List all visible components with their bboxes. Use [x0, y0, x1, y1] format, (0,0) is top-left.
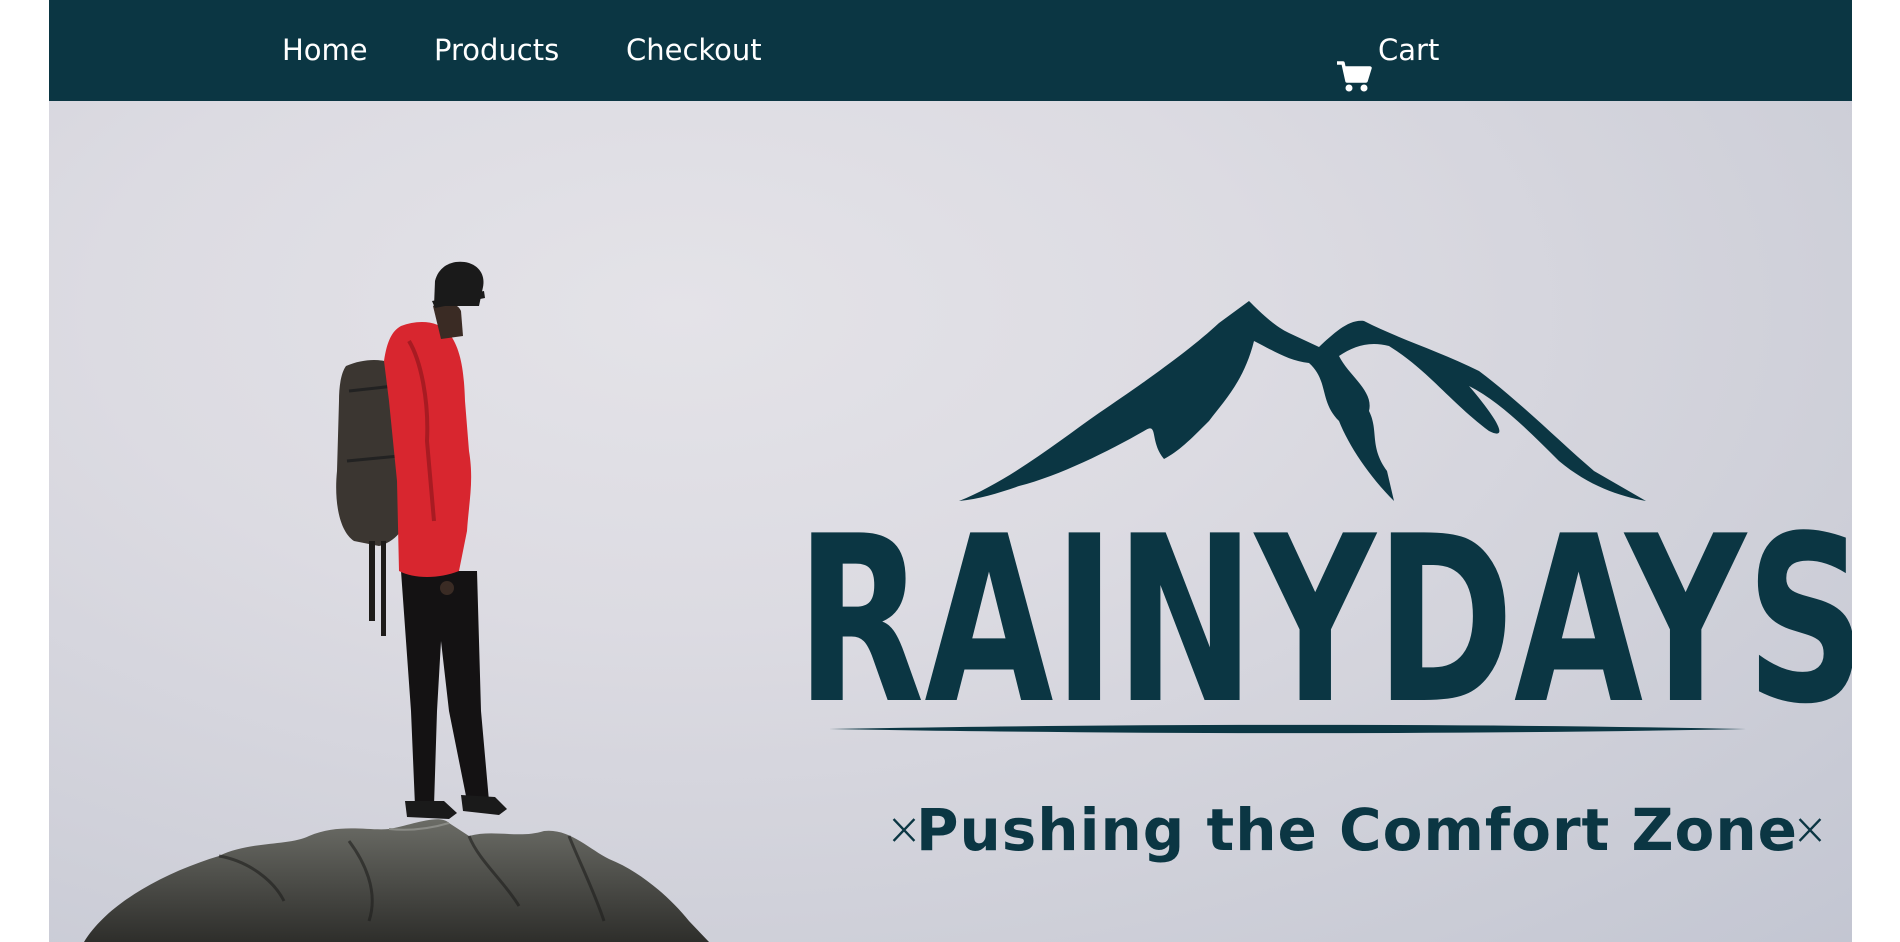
x-mark-right-icon — [1798, 818, 1822, 842]
cart-label: Cart — [1378, 33, 1440, 67]
brand-name: RAINYDAYS — [796, 518, 1852, 718]
x-mark-left-icon — [892, 818, 916, 842]
brand-wordmark: RAINYDAYS — [796, 518, 1852, 718]
nav-link-cart[interactable]: Cart — [1336, 0, 1439, 101]
nav-link-checkout[interactable]: Checkout — [626, 0, 762, 101]
hero-banner: RAINYDAYS Pushing the Comfort Zone — [49, 101, 1852, 942]
top-navbar: Home Products Checkout Cart — [49, 0, 1852, 101]
logo-underline — [829, 724, 1746, 734]
mountain-mark — [959, 301, 1646, 501]
tagline: Pushing the Comfort Zone — [915, 796, 1799, 864]
tagline-row: Pushing the Comfort Zone — [892, 775, 1822, 885]
shopping-cart-icon — [1336, 34, 1372, 91]
nav-link-home[interactable]: Home — [282, 0, 368, 101]
page: Home Products Checkout Cart RAINYDAYS Pu… — [49, 0, 1852, 942]
nav-link-products[interactable]: Products — [434, 0, 559, 101]
